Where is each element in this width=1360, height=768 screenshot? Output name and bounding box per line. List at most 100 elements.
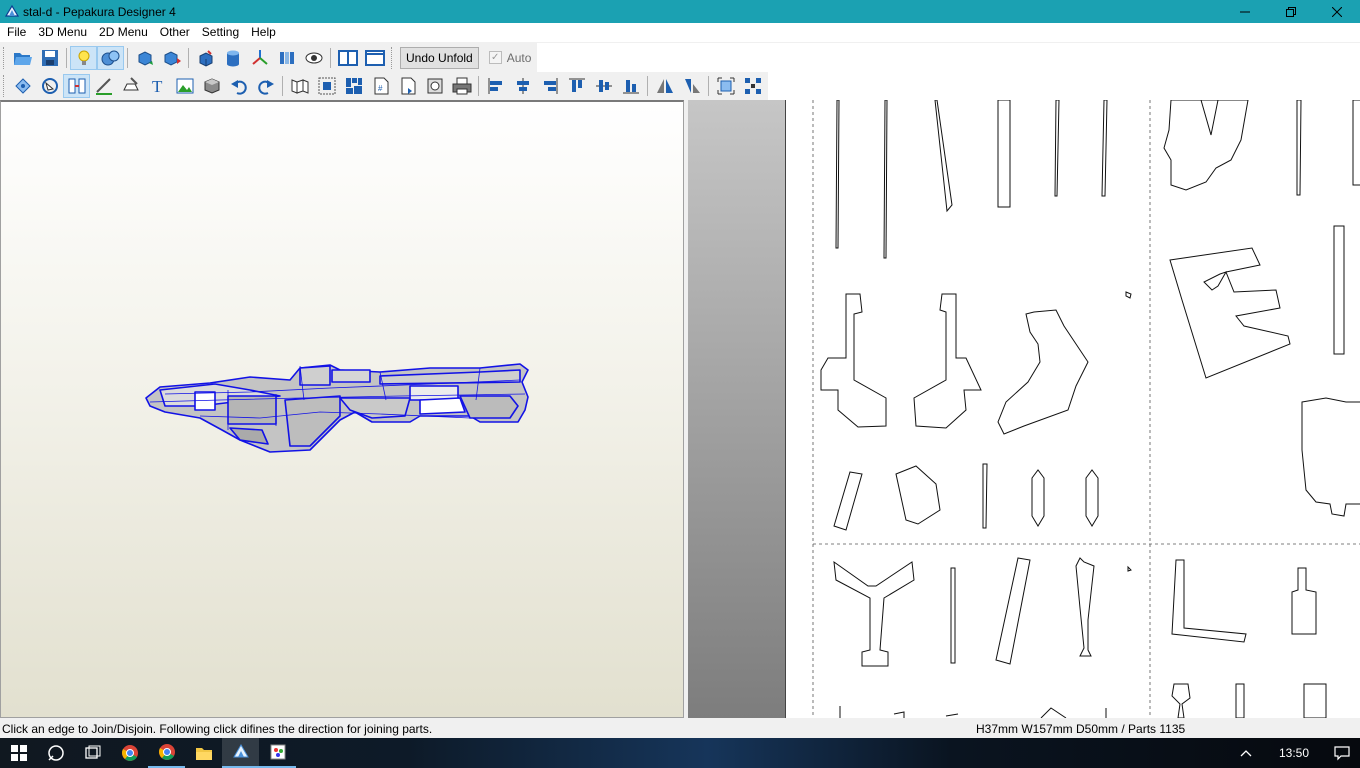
pepakura-taskbar-button[interactable] [222, 738, 259, 768]
cube-icon [199, 49, 212, 67]
align-top-icon [568, 78, 585, 92]
open-button[interactable] [9, 46, 36, 70]
page-setup-button[interactable] [394, 74, 421, 98]
flip-vertical-button[interactable] [678, 74, 705, 98]
show-hide-button[interactable] [300, 46, 327, 70]
unfold-icon [291, 79, 308, 94]
split-view-icon [279, 51, 294, 64]
chrome-icon [121, 745, 138, 761]
menu-help[interactable]: Help [245, 23, 282, 42]
cube-button[interactable] [192, 46, 219, 70]
fold-line-button[interactable] [90, 74, 117, 98]
align-center-button[interactable] [509, 74, 536, 98]
2d-pattern-pane[interactable] [688, 100, 1360, 718]
clock[interactable]: 13:50 [1279, 746, 1309, 760]
search-button[interactable] [37, 738, 74, 768]
layout-single-pane-icon [364, 49, 385, 66]
menu-other[interactable]: Other [154, 23, 196, 42]
text-button[interactable]: T [144, 74, 171, 98]
chrome-taskbar-button-2[interactable] [148, 738, 185, 768]
align-middle-icon [595, 80, 612, 92]
notification-button[interactable] [1323, 738, 1360, 768]
toolbar-grip[interactable] [3, 75, 7, 97]
minimize-button[interactable] [1222, 0, 1268, 23]
page-setup-icon [401, 77, 415, 95]
menu-2d[interactable]: 2D Menu [93, 23, 154, 42]
image-icon [176, 78, 193, 94]
pattern-sheet[interactable] [785, 100, 1360, 718]
notification-icon [1333, 746, 1350, 761]
flip-vertical-icon [684, 79, 700, 93]
paint-taskbar-button[interactable] [259, 738, 296, 768]
arrange-button[interactable] [313, 74, 340, 98]
align-top-button[interactable] [563, 74, 590, 98]
page-number-button[interactable]: # [367, 74, 394, 98]
3d-model[interactable] [0, 100, 684, 718]
menu-3d[interactable]: 3D Menu [32, 23, 93, 42]
undo-icon [230, 80, 247, 95]
undo-button[interactable] [225, 74, 252, 98]
menu-file[interactable]: File [0, 23, 32, 42]
image-button[interactable] [171, 74, 198, 98]
align-right-button[interactable] [536, 74, 563, 98]
light-toggle-button[interactable] [70, 45, 97, 70]
undo-unfold-button[interactable]: Undo Unfold [400, 46, 479, 69]
join-edge-button[interactable] [63, 74, 90, 98]
redo-button[interactable] [252, 74, 279, 98]
unfold-button[interactable] [286, 74, 313, 98]
layout-two-pane-icon [337, 49, 358, 66]
restore-icon [1286, 6, 1296, 17]
start-button[interactable] [0, 738, 37, 768]
show-hidden-icons-button[interactable] [1228, 738, 1265, 768]
save-button[interactable] [36, 46, 63, 70]
move-part-icon [164, 50, 181, 66]
rotate-button[interactable] [36, 74, 63, 98]
split-view-button[interactable] [273, 46, 300, 70]
align-left-button[interactable] [482, 74, 509, 98]
pepakura-icon [232, 744, 249, 758]
auto-checkbox[interactable]: ✓ Auto [488, 50, 532, 65]
layout-single-pane-button[interactable] [361, 46, 388, 70]
edit-toolbar: T # [0, 72, 1360, 100]
fit-button[interactable] [712, 74, 739, 98]
distribute-button[interactable] [739, 74, 766, 98]
tile-button[interactable] [340, 74, 367, 98]
model-dimensions: H37mm W157mm D50mm / Parts 1135 [976, 722, 1186, 736]
tile-icon [345, 78, 362, 94]
align-bottom-icon [622, 80, 639, 94]
axis-button[interactable] [246, 46, 273, 70]
chrome-icon-2 [158, 744, 175, 760]
toolbar-grip[interactable] [3, 46, 7, 69]
eye-icon [305, 52, 322, 63]
maximize-button[interactable] [1268, 0, 1314, 23]
texture-toggle-button[interactable] [97, 45, 124, 70]
rotate-part-button[interactable] [131, 46, 158, 70]
align-middle-button[interactable] [590, 74, 617, 98]
print-button[interactable] [448, 74, 475, 98]
taskbar: 13:50 [0, 738, 1360, 768]
file-explorer-icon [195, 748, 212, 760]
task-view-button[interactable] [74, 738, 111, 768]
fold-line-icon [95, 78, 112, 95]
box-button[interactable] [198, 74, 225, 98]
move-part-button[interactable] [158, 46, 185, 70]
fit-icon [717, 77, 734, 95]
auto-label: Auto [506, 50, 532, 65]
align-center-icon [516, 78, 529, 94]
unfolded-parts[interactable] [786, 100, 1360, 718]
align-bottom-button[interactable] [617, 74, 644, 98]
checkmark-icon: ✓ [488, 51, 502, 64]
close-button[interactable] [1314, 0, 1360, 23]
start-icon [10, 745, 27, 761]
edit-flap-button[interactable] [117, 74, 144, 98]
cylinder-button[interactable] [219, 46, 246, 70]
flip-horizontal-button[interactable] [651, 74, 678, 98]
toolbar-grip[interactable] [391, 46, 395, 69]
file-explorer-button[interactable] [185, 738, 222, 768]
select-rotate-button[interactable] [9, 74, 36, 98]
menu-setting[interactable]: Setting [196, 23, 245, 42]
layout-two-pane-button[interactable] [334, 46, 361, 70]
3d-view-pane[interactable] [0, 100, 684, 718]
print-preview-button[interactable] [421, 74, 448, 98]
chrome-taskbar-button[interactable] [111, 738, 148, 768]
